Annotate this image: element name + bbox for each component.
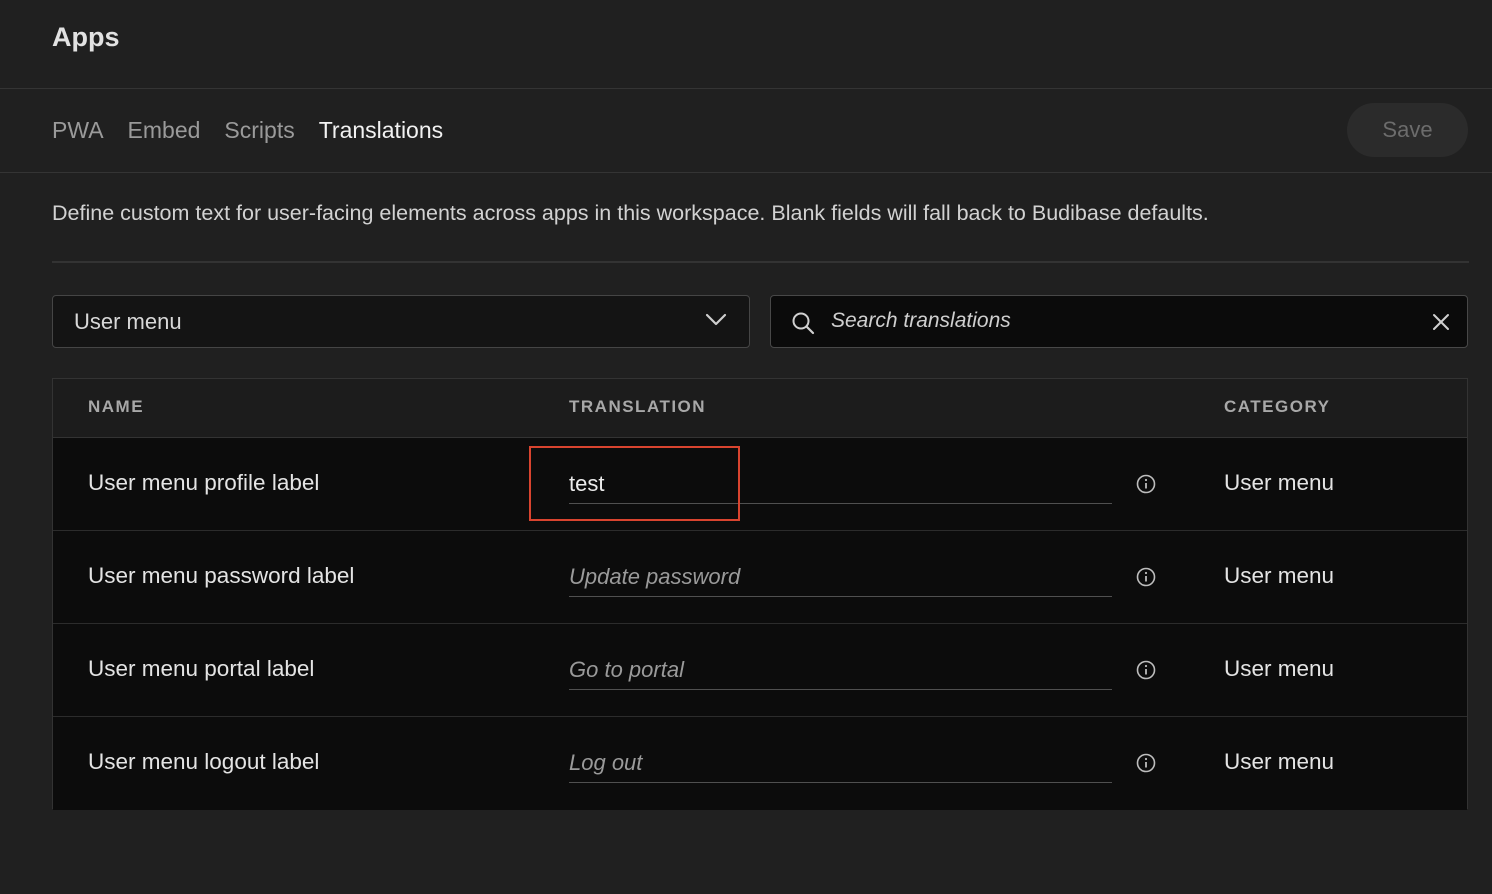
page-description: Define custom text for user-facing eleme… <box>52 201 1209 225</box>
table-row: User menu password label User menu <box>53 531 1467 624</box>
info-icon[interactable] <box>1135 473 1157 500</box>
translation-input[interactable] <box>569 557 1112 597</box>
chevron-down-icon <box>705 313 727 332</box>
tab-embed[interactable]: Embed <box>128 117 201 144</box>
table-row: User menu logout label User menu <box>53 717 1467 810</box>
info-icon[interactable] <box>1135 566 1157 593</box>
translations-settings-page: Apps PWA Embed Scripts Translations Save… <box>0 0 1492 894</box>
tab-pwa[interactable]: PWA <box>52 117 104 144</box>
column-header-translation: TRANSLATION <box>569 397 707 416</box>
column-header-category: CATEGORY <box>1224 397 1331 416</box>
page-title: Apps <box>52 22 120 52</box>
row-category: User menu <box>1224 749 1335 774</box>
close-icon[interactable] <box>1431 312 1451 337</box>
row-name: User menu password label <box>88 563 355 588</box>
info-icon[interactable] <box>1135 659 1157 686</box>
row-name: User menu profile label <box>88 470 320 495</box>
tab-list: PWA Embed Scripts Translations <box>52 117 443 144</box>
search-input[interactable] <box>831 305 1391 337</box>
column-header-name: NAME <box>88 397 145 416</box>
category-select-value: User menu <box>74 309 182 334</box>
tab-translations[interactable]: Translations <box>319 117 443 144</box>
info-icon[interactable] <box>1135 752 1157 779</box>
translations-table: NAME TRANSLATION CATEGORY User menu prof… <box>52 378 1468 810</box>
row-name: User menu portal label <box>88 656 315 681</box>
app-header: Apps <box>0 0 1492 89</box>
table-row: User menu portal label User menu <box>53 624 1467 717</box>
search-box <box>770 295 1468 348</box>
row-category: User menu <box>1224 656 1335 681</box>
tabs-bar: PWA Embed Scripts Translations Save <box>0 89 1492 173</box>
table-row: User menu profile label User menu <box>53 438 1467 531</box>
search-icon <box>791 311 815 340</box>
translation-input[interactable] <box>569 650 1112 690</box>
section-divider <box>52 261 1469 263</box>
row-name: User menu logout label <box>88 749 320 774</box>
row-category: User menu <box>1224 470 1335 495</box>
table-header: NAME TRANSLATION CATEGORY <box>53 379 1467 438</box>
row-category: User menu <box>1224 563 1335 588</box>
category-select[interactable]: User menu <box>52 295 750 348</box>
translation-input[interactable] <box>569 464 1112 504</box>
translation-input[interactable] <box>569 743 1112 783</box>
tab-scripts[interactable]: Scripts <box>224 117 294 144</box>
save-button[interactable]: Save <box>1347 103 1468 157</box>
